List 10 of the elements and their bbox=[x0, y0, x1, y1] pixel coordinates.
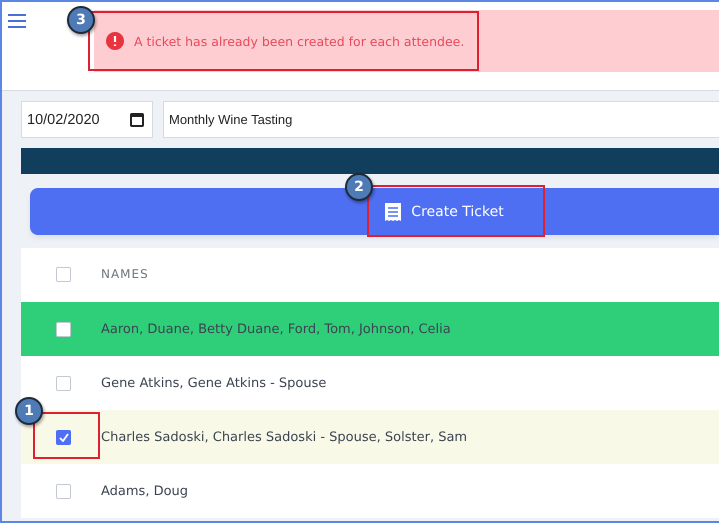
column-header: NAMES bbox=[101, 267, 149, 281]
attendee-names: Charles Sadoski, Charles Sadoski - Spouse, Solster, Sam bbox=[101, 430, 468, 444]
attendee-names: Gene Atkins, Gene Atkins - Spouse bbox=[101, 376, 326, 390]
attendee-names: Aaron, Duane, Betty Duane, Ford, Tom, Johnson, Celia bbox=[101, 322, 451, 336]
date-field[interactable]: 10/02/2020 bbox=[21, 101, 153, 138]
step-badge: 1 bbox=[15, 397, 43, 425]
event-field[interactable]: Monthly Wine Tasting bbox=[163, 101, 719, 138]
attendee-names: Adams, Doug bbox=[101, 484, 188, 498]
table-row[interactable]: Aaron, Duane, Betty Duane, Ford, Tom, Johnson, Celia bbox=[21, 302, 719, 356]
alert-message: A ticket has already been created for each attendee. bbox=[134, 34, 464, 48]
